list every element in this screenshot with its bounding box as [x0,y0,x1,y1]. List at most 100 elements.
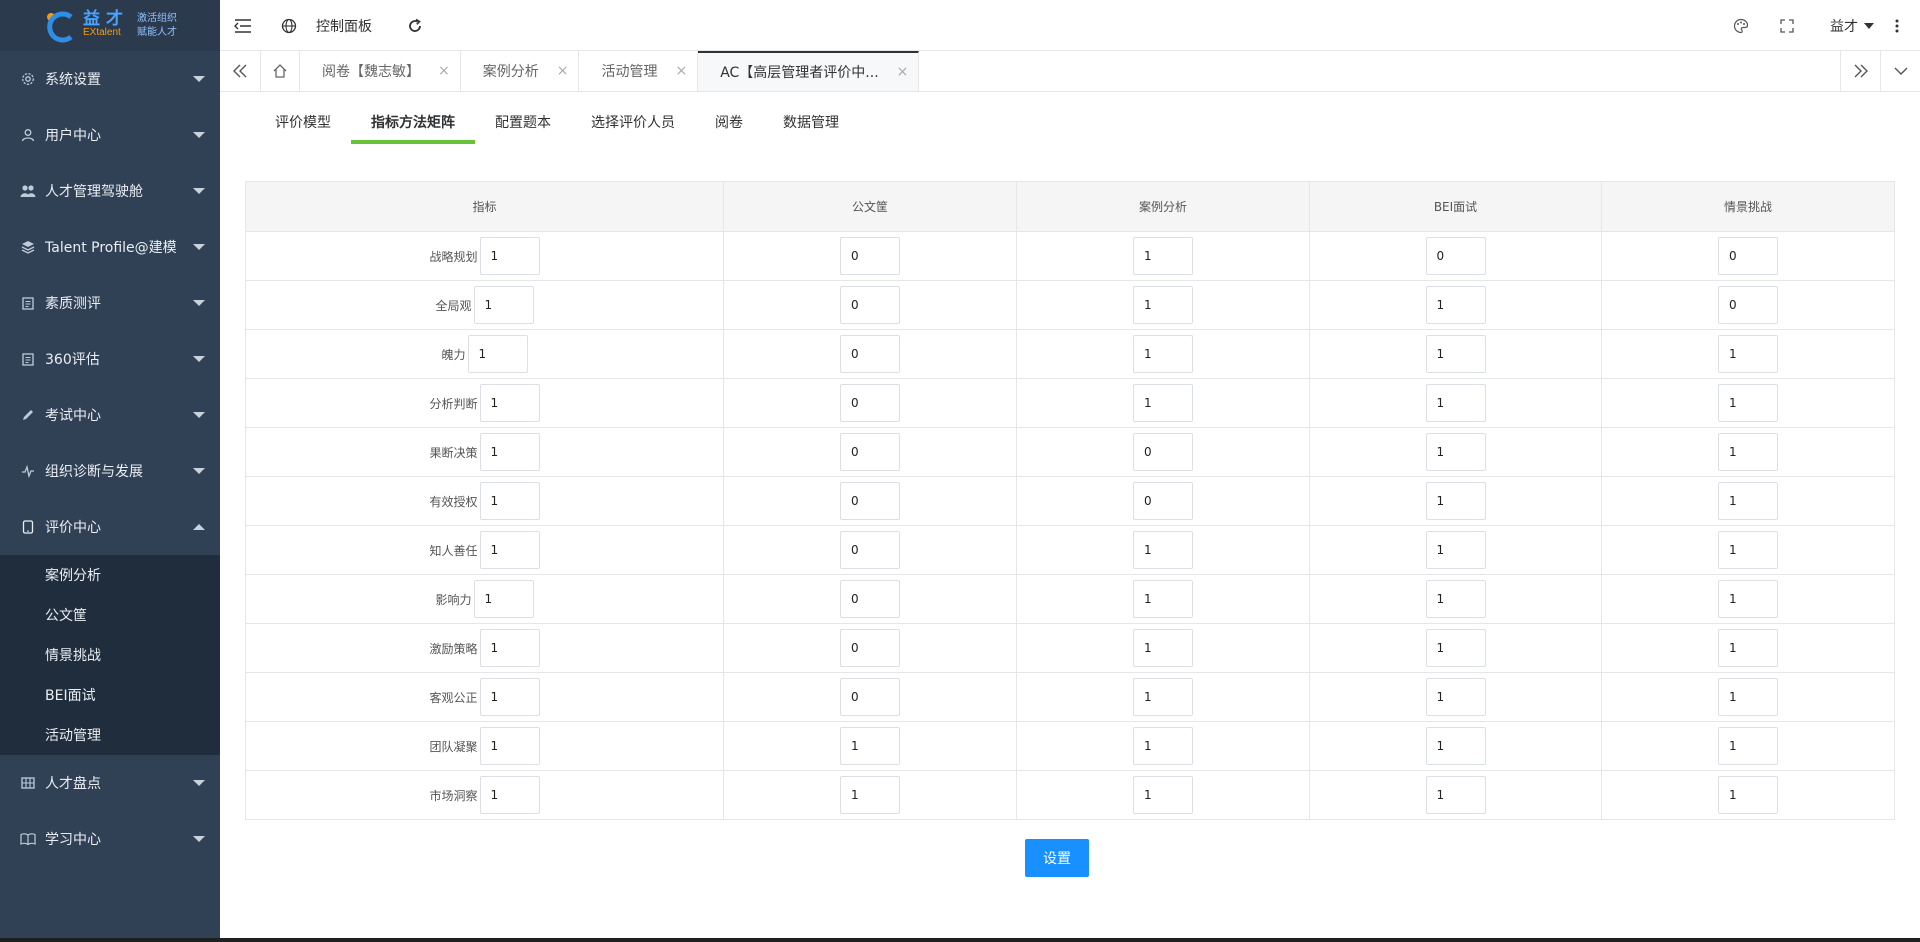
sidebar-subitem[interactable]: 活动管理 [0,715,220,755]
subtab-item[interactable]: 数据管理 [763,113,859,144]
matrix-value-input[interactable] [1133,335,1193,373]
matrix-value-input[interactable] [1425,286,1486,324]
matrix-value-input[interactable] [1133,286,1193,324]
sidebar-item-9[interactable]: 人才盘点 [0,755,220,811]
tab-item[interactable]: 活动管理 × [579,51,699,91]
close-icon[interactable]: × [557,63,569,79]
dashboard-link[interactable]: 控制面板 [316,16,372,36]
matrix-value-input[interactable] [840,286,900,324]
sidebar-item-7[interactable]: 组织诊断与发展 [0,443,220,499]
subtab-item[interactable]: 阅卷 [695,113,763,144]
subtab-item[interactable]: 选择评价人员 [571,113,695,144]
sidebar-toggle-button[interactable] [220,0,266,51]
matrix-value-input[interactable] [840,433,900,471]
indicator-weight-input[interactable] [479,384,540,422]
subtab-item[interactable]: 评价模型 [275,113,351,144]
indicator-weight-input[interactable] [473,286,534,324]
matrix-value-input[interactable] [1425,384,1486,422]
matrix-value-input[interactable] [1425,482,1486,520]
fullscreen-button[interactable] [1764,0,1810,51]
matrix-value-input[interactable] [1425,335,1486,373]
indicator-weight-input[interactable] [479,531,540,569]
matrix-value-input[interactable] [1425,237,1486,275]
indicator-weight-input[interactable] [479,482,540,520]
matrix-value-input[interactable] [1425,727,1486,765]
sidebar-subitem[interactable]: 案例分析 [0,555,220,595]
set-button[interactable]: 设置 [1025,839,1089,877]
matrix-value-input[interactable] [840,776,900,814]
matrix-value-input[interactable] [840,629,900,667]
sidebar-subitem[interactable]: 公文筐 [0,595,220,635]
close-icon[interactable]: × [438,63,450,79]
matrix-value-input[interactable] [1133,580,1193,618]
sidebar-item-10[interactable]: 学习中心 [0,811,220,867]
matrix-value-input[interactable] [840,482,900,520]
theme-button[interactable] [1718,0,1764,51]
matrix-value-input[interactable] [1718,482,1778,520]
indicator-weight-input[interactable] [479,629,540,667]
matrix-value-input[interactable] [1718,433,1778,471]
tab-item[interactable]: 案例分析 × [461,51,580,91]
matrix-value-input[interactable] [1718,678,1778,716]
close-icon[interactable]: × [897,64,909,80]
matrix-value-input[interactable] [1718,286,1778,324]
tabs-scroll-right-button[interactable] [1840,51,1880,91]
sidebar-item-2[interactable]: 人才管理驾驶舱 [0,163,220,219]
matrix-value-input[interactable] [1133,531,1193,569]
matrix-value-input[interactable] [1718,580,1778,618]
indicator-weight-input[interactable] [479,237,540,275]
language-button[interactable] [266,0,312,51]
close-icon[interactable]: × [675,63,687,79]
home-tab[interactable] [260,51,300,91]
matrix-value-input[interactable] [1133,482,1193,520]
tabs-scroll-left-button[interactable] [220,51,260,91]
matrix-value-input[interactable] [1718,237,1778,275]
sidebar-item-1[interactable]: 用户中心 [0,107,220,163]
matrix-value-input[interactable] [840,531,900,569]
matrix-value-input[interactable] [1425,776,1486,814]
sidebar-subitem[interactable]: 情景挑战 [0,635,220,675]
indicator-weight-input[interactable] [479,776,540,814]
matrix-value-input[interactable] [1133,776,1193,814]
refresh-button[interactable] [392,0,438,51]
sidebar-item-6[interactable]: 考试中心 [0,387,220,443]
tab-item[interactable]: 阅卷【魏志敏】 × [300,51,461,91]
matrix-value-input[interactable] [1718,629,1778,667]
indicator-weight-input[interactable] [467,335,528,373]
matrix-value-input[interactable] [1133,433,1193,471]
sidebar-item-0[interactable]: 系统设置 [0,51,220,107]
matrix-value-input[interactable] [840,678,900,716]
matrix-value-input[interactable] [1718,531,1778,569]
matrix-value-input[interactable] [840,335,900,373]
matrix-value-input[interactable] [840,580,900,618]
matrix-value-input[interactable] [1425,580,1486,618]
sidebar-item-3[interactable]: Talent Profile@建模 [0,219,220,275]
subtab-item[interactable]: 配置题本 [475,113,571,144]
subtab-item[interactable]: 指标方法矩阵 [351,113,475,144]
matrix-value-input[interactable] [1718,727,1778,765]
more-button[interactable] [1874,0,1920,51]
user-dropdown[interactable]: 益才 [1830,16,1874,36]
indicator-weight-input[interactable] [479,727,540,765]
sidebar-item-4[interactable]: 素质测评 [0,275,220,331]
matrix-value-input[interactable] [1718,384,1778,422]
indicator-weight-input[interactable] [479,433,540,471]
matrix-value-input[interactable] [1425,629,1486,667]
matrix-value-input[interactable] [1133,678,1193,716]
matrix-value-input[interactable] [1133,727,1193,765]
matrix-value-input[interactable] [1718,335,1778,373]
matrix-value-input[interactable] [1425,678,1486,716]
matrix-value-input[interactable] [1718,776,1778,814]
matrix-value-input[interactable] [840,727,900,765]
indicator-weight-input[interactable] [473,580,534,618]
sidebar-subitem[interactable]: BEI面试 [0,675,220,715]
tabs-dropdown-button[interactable] [1880,51,1920,91]
matrix-value-input[interactable] [1133,629,1193,667]
matrix-value-input[interactable] [1133,237,1193,275]
matrix-value-input[interactable] [840,237,900,275]
indicator-weight-input[interactable] [479,678,540,716]
tab-item[interactable]: AC【高层管理者评价中... × [698,51,920,91]
sidebar-item-8[interactable]: 评价中心 [0,499,220,555]
matrix-value-input[interactable] [1133,384,1193,422]
matrix-value-input[interactable] [1425,433,1486,471]
